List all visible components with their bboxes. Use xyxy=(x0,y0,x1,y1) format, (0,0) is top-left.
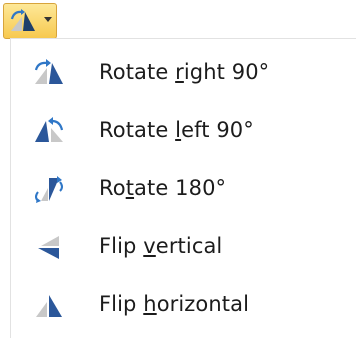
menu-item-flip-horizontal[interactable]: Flip horizontal xyxy=(11,275,351,333)
menu-item-flip-vertical[interactable]: Flip vertical xyxy=(11,217,351,275)
menu-item-label: Rotate left 90° xyxy=(99,118,254,142)
menu-item-label: Flip vertical xyxy=(99,234,223,258)
rotate-icon xyxy=(10,9,35,31)
rotate-left-icon xyxy=(35,117,64,142)
menu-item-rotate-right[interactable]: Rotate right 90° xyxy=(11,43,351,101)
rotate-right-icon xyxy=(34,59,63,84)
menu-item-label: Flip horizontal xyxy=(99,292,250,316)
rotate-menu: Rotate right 90° Rotate left 90° Rotate … xyxy=(10,38,356,338)
flip-vertical-icon xyxy=(38,236,59,259)
chevron-down-icon xyxy=(44,17,52,22)
rotate-180-icon xyxy=(35,176,63,203)
menu-item-label: Rotate right 90° xyxy=(99,60,270,84)
flip-horizontal-icon xyxy=(36,295,62,317)
menu-item-rotate-left[interactable]: Rotate left 90° xyxy=(11,101,351,159)
rotate-dropdown-button[interactable] xyxy=(3,3,57,39)
menu-item-rotate-180[interactable]: Rotate 180° xyxy=(11,159,351,217)
menu-item-label: Rotate 180° xyxy=(99,176,227,200)
